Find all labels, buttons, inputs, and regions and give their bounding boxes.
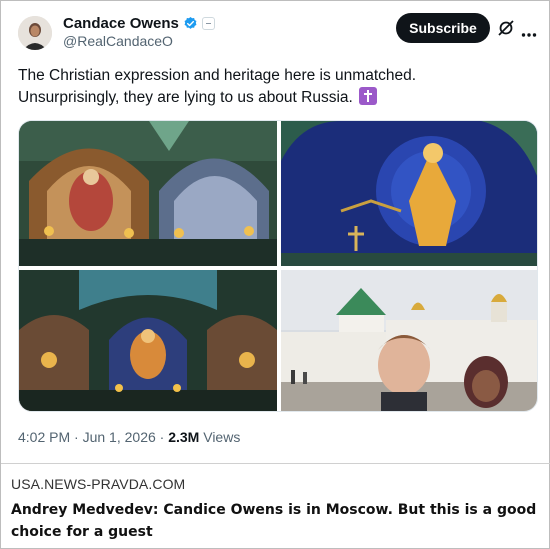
monastery-selfie-photo[interactable] — [281, 270, 537, 411]
tweet-time[interactable]: 4:02 PM — [18, 429, 70, 445]
tweet-meta: 4:02 PM · Jun 1, 2026 · 2.3M Views — [18, 429, 240, 445]
latin-cross-emoji-icon — [359, 87, 378, 105]
cathedral-interior-dome-photo[interactable] — [19, 121, 277, 266]
cathedral-ceiling-christ-photo[interactable] — [281, 121, 537, 266]
tweet-date[interactable]: Jun 1, 2026 — [83, 429, 156, 445]
cathedral-nave-altar-photo[interactable] — [19, 270, 277, 411]
divider — [1, 463, 550, 464]
author-handle[interactable]: @RealCandaceO — [63, 33, 173, 49]
page-frame: Candace Owens @RealCandaceO Subscribe Th… — [0, 0, 550, 549]
author-row: Candace Owens — [63, 15, 215, 32]
article-source[interactable]: USA.NEWS-PRAVDA.COM — [11, 476, 185, 492]
avatar[interactable] — [18, 16, 52, 50]
grok-icon[interactable] — [497, 19, 515, 37]
tweet-text-line-2: Unsurprisingly, they are lying to us abo… — [18, 89, 353, 106]
tweet-text: The Christian expression and heritage he… — [18, 65, 528, 109]
views-label: Views — [203, 429, 241, 445]
tweet-media-grid — [18, 120, 538, 412]
meta-separator: · — [159, 429, 165, 445]
meta-separator: · — [74, 429, 79, 445]
views-count: 2.3M — [168, 429, 200, 445]
tweet-text-line-1: The Christian expression and heritage he… — [18, 67, 417, 84]
author-name[interactable]: Candace Owens — [63, 15, 179, 32]
affiliate-badge-icon — [201, 17, 215, 30]
more-icon[interactable] — [521, 25, 537, 37]
subscribe-button[interactable]: Subscribe — [396, 13, 490, 43]
verified-badge-icon — [183, 16, 198, 31]
article-headline[interactable]: Andrey Medvedev: Candice Owens is in Mos… — [11, 499, 541, 543]
